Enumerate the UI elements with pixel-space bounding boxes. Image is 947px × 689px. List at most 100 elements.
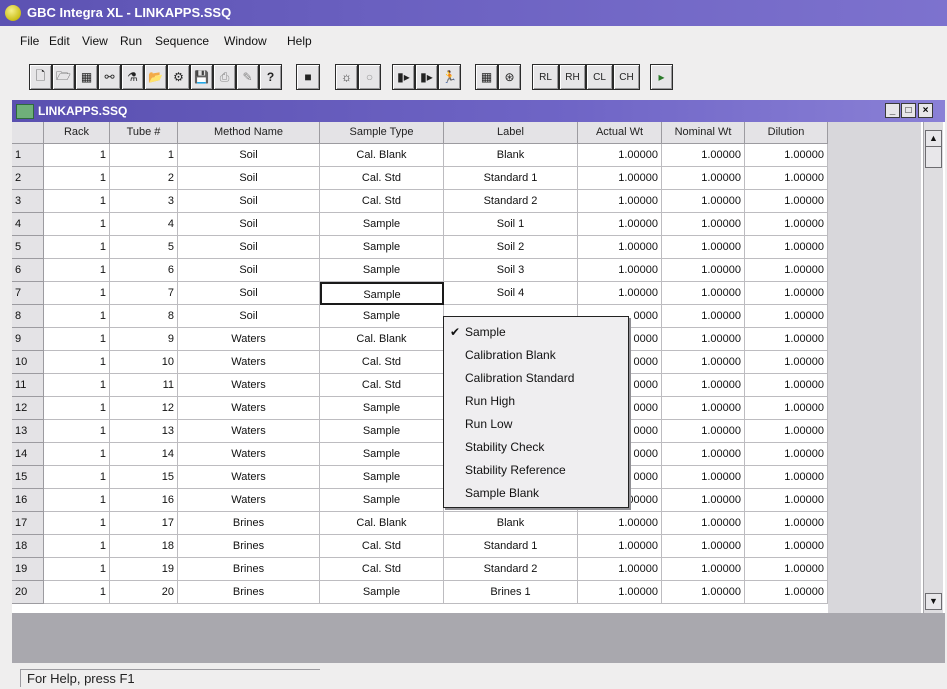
- table-cell[interactable]: 1: [44, 558, 110, 581]
- table-cell[interactable]: 5: [110, 236, 178, 259]
- minimize-icon[interactable]: _: [885, 103, 900, 118]
- edit-icon[interactable]: ✎: [236, 64, 259, 90]
- table-cell[interactable]: Soil 4: [444, 282, 578, 305]
- selected-cell[interactable]: Sample: [320, 282, 444, 305]
- table-cell[interactable]: 1.00000: [578, 144, 662, 167]
- menu-window[interactable]: Window: [224, 34, 267, 48]
- pre-run-icon[interactable]: ▸: [650, 64, 673, 90]
- vertical-scrollbar[interactable]: ▲ ▼: [923, 122, 943, 613]
- table-cell[interactable]: 8: [110, 305, 178, 328]
- table-cell[interactable]: 1: [44, 236, 110, 259]
- run-sequence-icon[interactable]: ▮▸: [392, 64, 415, 90]
- table-cell[interactable]: Cal. Std: [320, 351, 444, 374]
- row-header[interactable]: 1: [12, 144, 44, 167]
- row-header[interactable]: 17: [12, 512, 44, 535]
- scroll-up-icon[interactable]: ▲: [925, 130, 942, 147]
- save-icon[interactable]: 💾: [190, 64, 213, 90]
- table-cell[interactable]: Cal. Std: [320, 535, 444, 558]
- table-cell[interactable]: 1.00000: [745, 167, 828, 190]
- table-cell[interactable]: 9: [110, 328, 178, 351]
- table-cell[interactable]: Sample: [320, 213, 444, 236]
- table-cell[interactable]: 13: [110, 420, 178, 443]
- row-header[interactable]: 18: [12, 535, 44, 558]
- table-cell[interactable]: 1: [44, 167, 110, 190]
- table-cell[interactable]: Sample: [320, 305, 444, 328]
- table-cell[interactable]: Standard 2: [444, 190, 578, 213]
- table-cell[interactable]: 1: [44, 489, 110, 512]
- column-header[interactable]: Label: [444, 122, 578, 144]
- table-cell[interactable]: 20: [110, 581, 178, 604]
- link-status-icon[interactable]: ⊛: [498, 64, 521, 90]
- table-cell[interactable]: 1: [44, 282, 110, 305]
- table-cell[interactable]: 1.00000: [662, 305, 745, 328]
- row-header[interactable]: 5: [12, 236, 44, 259]
- table-cell[interactable]: 1.00000: [578, 213, 662, 236]
- context-menu-item[interactable]: Stability Reference: [444, 459, 628, 482]
- help-icon[interactable]: ?: [259, 64, 282, 90]
- table-cell[interactable]: Cal. Std: [320, 374, 444, 397]
- table-cell[interactable]: Sample: [320, 397, 444, 420]
- table-cell[interactable]: Brines: [178, 512, 320, 535]
- table-cell[interactable]: 1: [44, 190, 110, 213]
- table-cell[interactable]: Brines: [178, 581, 320, 604]
- table-cell[interactable]: 1.00000: [745, 236, 828, 259]
- table-cell[interactable]: 1.00000: [578, 282, 662, 305]
- table-cell[interactable]: Soil 2: [444, 236, 578, 259]
- table-cell[interactable]: 1.00000: [662, 374, 745, 397]
- table-cell[interactable]: 1.00000: [745, 466, 828, 489]
- column-header[interactable]: Rack: [44, 122, 110, 144]
- table-cell[interactable]: Standard 1: [444, 535, 578, 558]
- table-cell[interactable]: 1.00000: [745, 397, 828, 420]
- table-cell[interactable]: 1.00000: [745, 259, 828, 282]
- table-cell[interactable]: 1.00000: [578, 190, 662, 213]
- table-cell[interactable]: 1.00000: [662, 512, 745, 535]
- context-menu-item[interactable]: Calibration Blank: [444, 344, 628, 367]
- table-cell[interactable]: 11: [110, 374, 178, 397]
- table-cell[interactable]: 1: [110, 144, 178, 167]
- table-cell[interactable]: Sample: [320, 259, 444, 282]
- table-cell[interactable]: 1.00000: [662, 144, 745, 167]
- table-cell[interactable]: Waters: [178, 489, 320, 512]
- table-cell[interactable]: 19: [110, 558, 178, 581]
- table-cell[interactable]: 1.00000: [662, 489, 745, 512]
- table-cell[interactable]: Brines: [178, 558, 320, 581]
- table-cell[interactable]: Soil 3: [444, 259, 578, 282]
- stop-icon[interactable]: ■: [296, 64, 320, 90]
- menu-view[interactable]: View: [82, 34, 108, 48]
- table-cell[interactable]: 1.00000: [745, 535, 828, 558]
- table-cell[interactable]: 17: [110, 512, 178, 535]
- table-cell[interactable]: Soil: [178, 190, 320, 213]
- method-icon[interactable]: ⚗: [121, 64, 144, 90]
- table-cell[interactable]: Sample: [320, 236, 444, 259]
- table-cell[interactable]: 4: [110, 213, 178, 236]
- table-cell[interactable]: Brines 1: [444, 581, 578, 604]
- table-cell[interactable]: Cal. Blank: [320, 328, 444, 351]
- table-cell[interactable]: 1.00000: [745, 282, 828, 305]
- table-cell[interactable]: Soil: [178, 167, 320, 190]
- table-cell[interactable]: 1: [44, 328, 110, 351]
- open-folder-icon[interactable]: 🗁: [52, 64, 75, 90]
- row-header[interactable]: 9: [12, 328, 44, 351]
- table-cell[interactable]: 1: [44, 466, 110, 489]
- scroll-thumb[interactable]: [925, 146, 942, 168]
- run-tube-icon[interactable]: ▮▸: [415, 64, 438, 90]
- table-cell[interactable]: 1.00000: [662, 259, 745, 282]
- context-menu-item[interactable]: Stability Check: [444, 436, 628, 459]
- table-cell[interactable]: 1.00000: [745, 374, 828, 397]
- scroll-down-icon[interactable]: ▼: [925, 593, 942, 610]
- table-cell[interactable]: 1.00000: [745, 190, 828, 213]
- context-menu-item[interactable]: Sample Blank: [444, 482, 628, 505]
- table-cell[interactable]: Standard 1: [444, 167, 578, 190]
- table-cell[interactable]: Soil 1: [444, 213, 578, 236]
- table-cell[interactable]: Waters: [178, 328, 320, 351]
- table-cell[interactable]: 16: [110, 489, 178, 512]
- grid-check-icon[interactable]: ▦: [475, 64, 498, 90]
- table-cell[interactable]: 1: [44, 259, 110, 282]
- table-cell[interactable]: 1: [44, 397, 110, 420]
- table-cell[interactable]: Waters: [178, 420, 320, 443]
- table-cell[interactable]: 12: [110, 397, 178, 420]
- row-header[interactable]: 7: [12, 282, 44, 305]
- idle-icon[interactable]: ○: [358, 64, 381, 90]
- table-cell[interactable]: Soil: [178, 259, 320, 282]
- context-menu-item[interactable]: Calibration Standard: [444, 367, 628, 390]
